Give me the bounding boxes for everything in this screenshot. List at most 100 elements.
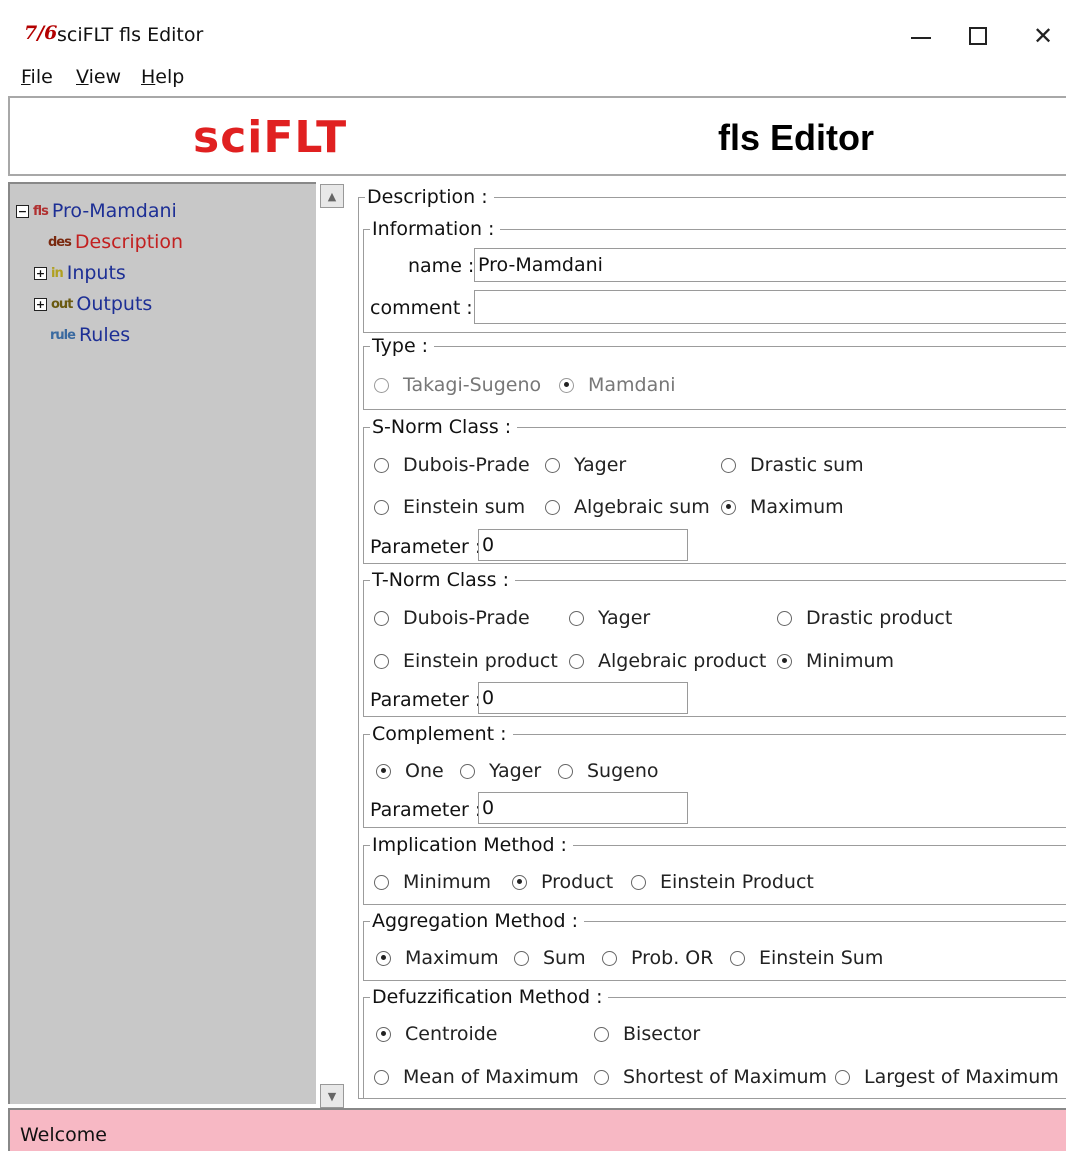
radio-circle <box>594 1026 609 1042</box>
menu-view[interactable]: View <box>76 66 121 88</box>
radio-circle <box>835 1069 850 1085</box>
radio-snorm-drastic-sum[interactable]: Drastic sum <box>721 454 864 476</box>
radio-complement-sugeno[interactable]: Sugeno <box>558 760 659 782</box>
radio-tnorm-drastic-product[interactable]: Drastic product <box>777 607 952 629</box>
radio-label: One <box>405 760 444 782</box>
radio-snorm-algebraic-sum[interactable]: Algebraic sum <box>545 496 710 518</box>
radio-label: Einstein product <box>403 650 558 672</box>
radio-circle <box>374 610 389 626</box>
radio-label: Sum <box>543 947 586 969</box>
radio-aggregation-einstein-sum[interactable]: Einstein Sum <box>730 947 883 969</box>
tree-panel: − fls Pro-Mamdani des Description + in I… <box>8 182 316 1104</box>
tree-item-description[interactable]: des Description <box>48 229 183 255</box>
maximize-button[interactable] <box>953 14 1003 58</box>
comment-field[interactable] <box>474 290 1066 324</box>
comment-label: comment : <box>370 297 473 319</box>
radio-snorm-dubois-prade[interactable]: Dubois-Prade <box>374 454 530 476</box>
description-legend: Description : <box>365 186 494 208</box>
radio-label: Yager <box>574 454 627 476</box>
radio-tnorm-dubois-prade[interactable]: Dubois-Prade <box>374 607 530 629</box>
tree-item-label: Outputs <box>76 293 153 315</box>
status-bar: Welcome <box>8 1108 1066 1151</box>
type-group: Type : Takagi-Sugeno Mamdani <box>363 335 1066 410</box>
name-field[interactable]: Pro-Mamdani <box>474 248 1066 282</box>
radio-label: Maximum <box>405 947 499 969</box>
expand-icon[interactable]: + <box>34 266 47 280</box>
radio-circle <box>631 874 646 890</box>
radio-tnorm-yager[interactable]: Yager <box>569 607 650 629</box>
snorm-group: S-Norm Class : Dubois-Prade Yager Drasti… <box>363 416 1066 564</box>
radio-label: Takagi-Sugeno <box>403 374 542 396</box>
radio-label: Prob. OR <box>631 947 714 969</box>
tree-item-label: Inputs <box>66 262 126 284</box>
radio-circle <box>721 457 736 473</box>
radio-circle <box>374 499 389 515</box>
close-button[interactable]: ✕ <box>1018 14 1066 58</box>
radio-mamdani[interactable]: Mamdani <box>559 374 676 396</box>
radio-tnorm-algebraic-product[interactable]: Algebraic product <box>569 650 766 672</box>
radio-aggregation-maximum[interactable]: Maximum <box>376 947 499 969</box>
radio-snorm-yager[interactable]: Yager <box>545 454 626 476</box>
radio-label: Yager <box>489 760 542 782</box>
radio-label: Mamdani <box>588 374 676 396</box>
tree-item-inputs[interactable]: + in Inputs <box>34 260 126 286</box>
radio-defuzz-centroide[interactable]: Centroide <box>376 1023 498 1045</box>
radio-label: Product <box>541 871 614 893</box>
radio-snorm-maximum[interactable]: Maximum <box>721 496 844 518</box>
tnorm-group: T-Norm Class : Dubois-Prade Yager Drasti… <box>363 569 1066 717</box>
radio-implication-product[interactable]: Product <box>512 871 613 893</box>
complement-parameter-field[interactable]: 0 <box>478 792 688 824</box>
tree-item-label: Description <box>74 231 184 253</box>
radio-snorm-einstein-sum[interactable]: Einstein sum <box>374 496 525 518</box>
tnorm-parameter-field[interactable]: 0 <box>478 682 688 714</box>
implication-legend: Implication Method : <box>370 834 573 856</box>
snorm-parameter-field[interactable]: 0 <box>478 529 688 561</box>
scroll-down-button[interactable]: ▼ <box>320 1084 344 1108</box>
tree-item-rules[interactable]: rule Rules <box>50 322 130 348</box>
banner-title: fls Editor <box>718 117 875 158</box>
scroll-up-button[interactable]: ▲ <box>320 184 344 208</box>
minimize-button[interactable] <box>896 14 946 58</box>
radio-defuzz-shortest-of-maximum[interactable]: Shortest of Maximum <box>594 1066 827 1088</box>
expand-icon[interactable]: + <box>34 297 47 311</box>
radio-defuzz-bisector[interactable]: Bisector <box>594 1023 700 1045</box>
radio-label: Bisector <box>623 1023 701 1045</box>
radio-defuzz-largest-of-maximum[interactable]: Largest of Maximum <box>835 1066 1059 1088</box>
defuzzification-legend: Defuzzification Method : <box>370 986 609 1008</box>
tree-item-outputs[interactable]: + out Outputs <box>34 291 152 317</box>
out-icon: out <box>51 296 73 312</box>
radio-circle <box>374 653 389 669</box>
radio-circle <box>559 377 574 393</box>
menu-file[interactable]: File <box>21 66 53 88</box>
tree-item-label: Rules <box>78 324 131 346</box>
aggregation-legend: Aggregation Method : <box>370 910 585 932</box>
radio-takagi-sugeno[interactable]: Takagi-Sugeno <box>374 374 541 396</box>
radio-implication-einstein-product[interactable]: Einstein Product <box>631 871 814 893</box>
snorm-legend: S-Norm Class : <box>370 416 518 438</box>
close-icon: ✕ <box>1032 22 1054 50</box>
arrow-down-icon: ▼ <box>327 1089 337 1103</box>
menu-help[interactable]: Help <box>141 66 184 88</box>
radio-circle <box>721 499 736 515</box>
radio-defuzz-mean-of-maximum[interactable]: Mean of Maximum <box>374 1066 579 1088</box>
radio-complement-one[interactable]: One <box>376 760 444 782</box>
app-icon: 7/6 <box>24 22 58 44</box>
aggregation-group: Aggregation Method : Maximum Sum Prob. O… <box>363 910 1066 981</box>
menu-bar: File View Help <box>0 60 1066 96</box>
tree-root[interactable]: − fls Pro-Mamdani <box>16 198 177 224</box>
radio-circle <box>594 1069 609 1085</box>
scrollbar[interactable] <box>318 182 346 1104</box>
radio-implication-minimum[interactable]: Minimum <box>374 871 491 893</box>
menu-help-mnemonic: H <box>141 66 156 88</box>
menu-help-rest: elp <box>155 66 185 88</box>
complement-group: Complement : One Yager Sugeno Parameter … <box>363 723 1066 828</box>
radio-aggregation-sum[interactable]: Sum <box>514 947 586 969</box>
type-legend: Type : <box>370 335 435 357</box>
radio-aggregation-prob-or[interactable]: Prob. OR <box>602 947 713 969</box>
radio-tnorm-minimum[interactable]: Minimum <box>777 650 894 672</box>
collapse-icon[interactable]: − <box>16 204 29 218</box>
radio-tnorm-einstein-product[interactable]: Einstein product <box>374 650 558 672</box>
radio-circle <box>374 1069 389 1085</box>
sciflt-logo: sciFLT <box>193 112 348 163</box>
radio-complement-yager[interactable]: Yager <box>460 760 541 782</box>
